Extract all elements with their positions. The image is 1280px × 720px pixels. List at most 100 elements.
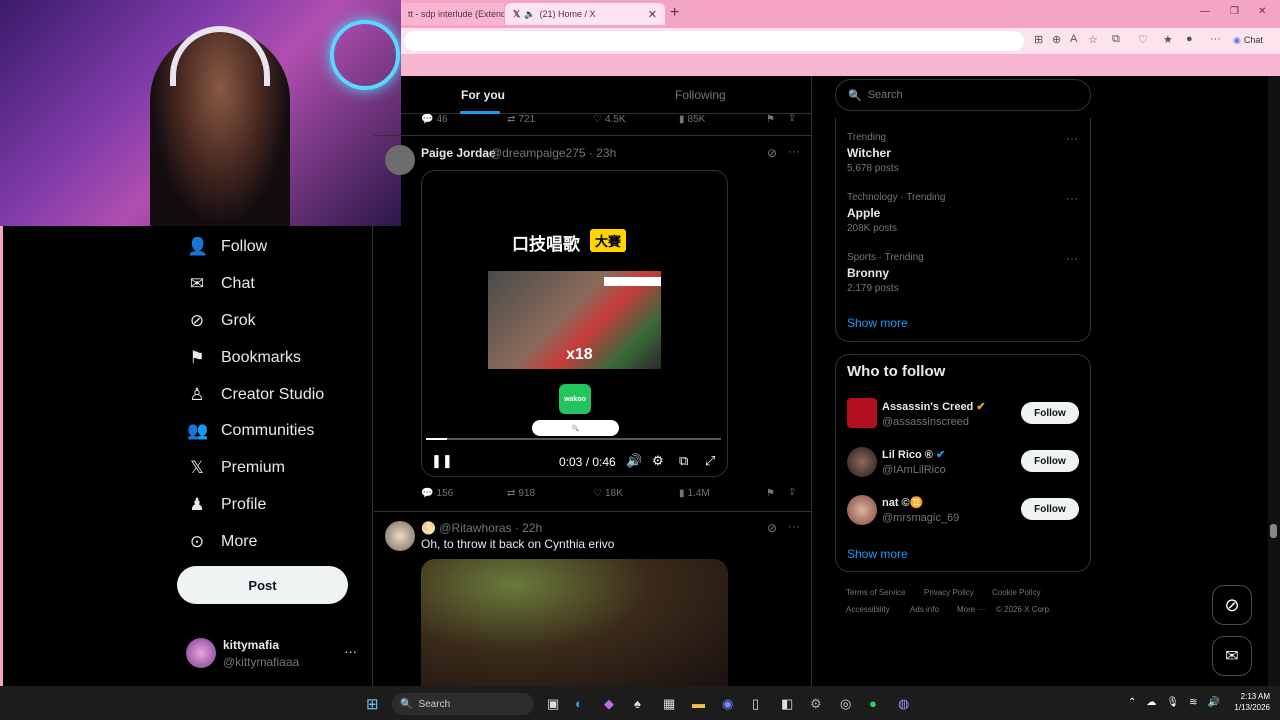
suggested-name[interactable]: Assassin's Creed ✔ <box>882 400 986 413</box>
footer-link[interactable]: More ··· <box>957 605 985 614</box>
account-handle[interactable]: @kittymafiaaa <box>223 655 299 669</box>
restore-button[interactable]: ❐ <box>1230 6 1239 17</box>
windows-start-icon[interactable]: ⊞ <box>366 695 379 713</box>
epic-games-icon[interactable]: ◧ <box>781 696 793 712</box>
copilot-chat-button[interactable]: ◉ Chat <box>1233 30 1263 50</box>
post-media-image[interactable] <box>421 559 728 689</box>
avatar[interactable] <box>847 447 877 477</box>
trend-more-icon[interactable]: ··· <box>1066 251 1078 265</box>
taskbar-search[interactable]: 🔍 Search <box>392 693 534 715</box>
obs-icon[interactable]: ◎ <box>840 696 851 712</box>
post-author-name[interactable]: Paige Jordae <box>421 146 496 160</box>
trend-title[interactable]: Witcher <box>847 146 891 160</box>
nav-item-premium[interactable]: 𝕏 Premium <box>187 454 285 482</box>
grok-floating-button[interactable]: ⊘ <box>1212 585 1252 625</box>
footer-link[interactable]: Terms of Service <box>846 588 906 597</box>
tab-for-you[interactable]: For you <box>461 88 505 102</box>
streamlabs-icon[interactable]: ◍ <box>898 696 909 712</box>
trends-show-more-link[interactable]: Show more <box>847 316 908 330</box>
nav-item-bookmarks[interactable]: ⚑ Bookmarks <box>187 344 301 372</box>
store-icon[interactable]: ▦ <box>663 696 675 712</box>
notepad-icon[interactable]: ▯ <box>752 696 759 712</box>
suggested-handle[interactable]: @mrsmagic_69 <box>882 512 959 524</box>
post-button[interactable]: Post <box>177 566 348 604</box>
post-more-icon[interactable]: ··· <box>788 519 800 533</box>
views-button[interactable]: ▮ 85K <box>679 114 705 125</box>
avatar[interactable] <box>385 145 415 175</box>
address-field[interactable] <box>404 31 1024 51</box>
nav-item-chat[interactable]: ✉ Chat <box>187 270 255 298</box>
chevron-up-icon[interactable]: ⌃ <box>1128 697 1136 708</box>
suggested-name[interactable]: nat ©♊ <box>882 496 923 509</box>
nav-item-profile[interactable]: ♟ Profile <box>187 491 266 519</box>
tab-following[interactable]: Following <box>675 88 726 102</box>
nav-item-follow[interactable]: 👤 Follow <box>187 233 267 261</box>
microphone-icon[interactable]: 🎙 <box>1166 697 1179 708</box>
avatar[interactable] <box>847 495 877 525</box>
minimize-button[interactable]: — <box>1200 6 1210 17</box>
nav-item-grok[interactable]: ⊘ Grok <box>187 307 256 335</box>
trend-title[interactable]: Bronny <box>847 266 889 280</box>
avatar[interactable] <box>186 638 216 668</box>
wifi-icon[interactable]: ≋ <box>1189 697 1197 708</box>
profile-icon[interactable]: ● <box>1186 33 1193 45</box>
suggested-name[interactable]: Lil Rico ® ✔ <box>882 448 945 461</box>
alien-app-icon[interactable]: ♠ <box>634 696 641 711</box>
account-name[interactable]: kittymafia <box>223 638 279 652</box>
read-aloud-icon[interactable]: A <box>1070 33 1077 45</box>
cloud-icon[interactable]: ☁ <box>1146 697 1156 708</box>
window-close-button[interactable]: ✕ <box>1258 6 1266 17</box>
pause-icon[interactable]: ❚❚ <box>431 453 453 469</box>
post-more-icon[interactable]: ··· <box>788 144 800 158</box>
favorites-icon[interactable]: ★ <box>1163 33 1173 46</box>
follow-button[interactable]: Follow <box>1021 450 1079 472</box>
suggested-handle[interactable]: @IAmLilRico <box>882 464 946 476</box>
discord-icon[interactable]: ◉ <box>722 696 733 712</box>
trend-title[interactable]: Apple <box>847 206 880 220</box>
repost-button[interactable]: ⇄ 918 <box>507 488 535 499</box>
follow-button[interactable]: Follow <box>1021 498 1079 520</box>
extensions-icon[interactable]: ⧉ <box>1112 33 1120 46</box>
suggested-handle[interactable]: @assassinscreed <box>882 416 969 428</box>
share-icon[interactable]: ⇪ <box>788 113 796 124</box>
footer-link[interactable]: Accessibility <box>846 605 890 614</box>
file-explorer-icon[interactable]: ▬ <box>692 696 705 711</box>
picture-in-picture-icon[interactable]: ⧉ <box>679 453 688 469</box>
nav-item-more[interactable]: ⊙ More <box>187 528 258 556</box>
new-tab-button[interactable]: + <box>670 4 679 22</box>
nav-item-creator-studio[interactable]: ♙ Creator Studio <box>187 381 324 409</box>
browser-tab-music[interactable]: tt - sdp interlude (Extend ✕ <box>400 3 504 25</box>
like-button[interactable]: ♡ 18K <box>593 488 623 499</box>
post-author-handle[interactable]: @dreampaige275 · 23h <box>490 146 616 160</box>
follow-button[interactable]: Follow <box>1021 402 1079 424</box>
fullscreen-icon[interactable]: ⤢ <box>705 453 715 469</box>
spotify-icon[interactable]: ● <box>869 696 877 711</box>
volume-icon[interactable]: 🔊 <box>1207 697 1219 708</box>
avatar[interactable] <box>847 398 877 428</box>
volume-icon[interactable]: 🔊 <box>626 453 642 469</box>
edge-icon[interactable]: ◐ <box>575 696 583 711</box>
bookmark-icon[interactable]: ⚑ <box>766 488 775 499</box>
views-button[interactable]: ▮ 1.4M <box>679 488 710 499</box>
footer-link[interactable]: Privacy Policy <box>924 588 974 597</box>
video-progress-track[interactable] <box>426 438 721 440</box>
messages-floating-button[interactable]: ✉ <box>1212 636 1252 676</box>
scrollbar-thumb[interactable] <box>1270 524 1277 538</box>
post-author-handle[interactable]: 🌕 @Ritawhoras · 22h <box>421 521 542 535</box>
settings-gear-icon[interactable]: ⚙ <box>810 696 822 712</box>
grok-icon[interactable]: ⊘ <box>767 146 777 160</box>
footer-link[interactable]: Ads info <box>910 605 939 614</box>
copilot-icon[interactable]: ◆ <box>604 696 614 712</box>
split-screen-icon[interactable]: ⊞ <box>1034 33 1043 46</box>
bookmark-icon[interactable]: ⚑ <box>766 114 775 125</box>
scrollbar[interactable] <box>1268 76 1280 686</box>
browser-essentials-icon[interactable]: ♡ <box>1138 33 1148 46</box>
settings-more-icon[interactable]: ··· <box>1210 33 1221 45</box>
browser-tab-x-home[interactable]: 𝕏 🔈 (21) Home / X ✕ <box>505 3 665 25</box>
reply-button[interactable]: 💬 46 <box>421 114 448 125</box>
trend-more-icon[interactable]: ··· <box>1066 131 1078 145</box>
task-view-icon[interactable]: ▣ <box>547 696 559 712</box>
share-icon[interactable]: ⇪ <box>788 487 796 498</box>
zoom-icon[interactable]: ⊕ <box>1052 33 1061 46</box>
trend-more-icon[interactable]: ··· <box>1066 191 1078 205</box>
